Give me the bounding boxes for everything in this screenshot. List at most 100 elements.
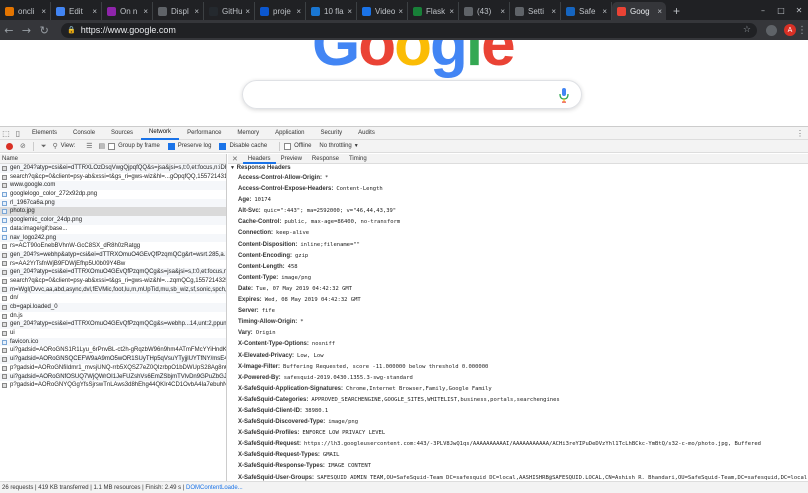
devtools-tab-security[interactable]: Security	[312, 127, 350, 140]
reload-icon[interactable]: ↻	[35, 21, 53, 39]
clear-icon[interactable]: ⊘	[20, 142, 26, 150]
search-input[interactable]	[242, 80, 582, 109]
domcontentloaded-link[interactable]: DOMContentLoade...	[186, 485, 243, 491]
group-by-frame-checkbox[interactable]: Group by frame	[108, 142, 160, 150]
request-row[interactable]: ui?gadsid=AORoGNS1R1Lyu_6rPnvBL-ct2h-gRq…	[0, 346, 226, 355]
tab-close-icon[interactable]: ×	[398, 7, 403, 16]
request-row[interactable]: search?q&cp=0&client=psy-ab&xssi=t&gs_ri…	[0, 277, 226, 286]
preserve-log-checkbox[interactable]: Preserve log	[167, 142, 211, 150]
request-row[interactable]: rs=AA2YrTsfnWjB9FDWjEfhp5U0b09Y4Bw	[0, 260, 226, 269]
lock-icon[interactable]: 🔒	[67, 26, 76, 34]
devtools-tab-network[interactable]: Network	[141, 127, 180, 140]
close-details-icon[interactable]: ✕	[232, 155, 238, 163]
detail-tab-preview[interactable]: Preview	[276, 154, 307, 164]
tab-close-icon[interactable]: ×	[551, 7, 556, 16]
devtools-tab-audits[interactable]: Audits	[350, 127, 383, 140]
request-row[interactable]: gen_204?s=webhp&atyp=csi&ei=dTTRXOmuO4GE…	[0, 250, 226, 260]
tab-close-icon[interactable]: ×	[347, 7, 352, 16]
disable-cache-checkbox[interactable]: Disable cache	[219, 142, 267, 150]
request-row[interactable]: gen_204?atyp=csi&ei=dTTRXOmuO4GEvQfPzqmQ…	[0, 320, 226, 330]
large-rows-icon[interactable]: ☰	[86, 142, 92, 150]
request-row[interactable]: rs=ACT90oEnebBVhnW-GcC8SX_dR8h0zRatgg	[0, 242, 226, 251]
request-row[interactable]: favicon.ico	[0, 337, 226, 347]
browser-tab[interactable]: Setti ×	[510, 2, 561, 20]
devtools-tab-console[interactable]: Console	[65, 127, 103, 140]
request-row[interactable]: rl_1967ca6a.png	[0, 198, 226, 208]
minimize-icon[interactable]: –	[754, 0, 772, 20]
browser-tab[interactable]: Displ ×	[153, 2, 204, 20]
devtools-tab-sources[interactable]: Sources	[103, 127, 141, 140]
close-window-icon[interactable]: ✕	[790, 0, 808, 20]
microphone-icon[interactable]	[559, 88, 569, 103]
browser-tab[interactable]: proje ×	[255, 2, 306, 20]
detail-tab-headers[interactable]: Headers	[242, 154, 276, 164]
request-row[interactable]: googlelogo_color_272x92dp.png	[0, 190, 226, 199]
tab-close-icon[interactable]: ×	[602, 7, 607, 16]
request-row[interactable]: search?q&cp=0&client=psy-ab&xssi=t&gs_ri…	[0, 173, 226, 182]
request-row[interactable]: gen_204?atyp=csi&ei=dTTRXLOzDsqVwgQjpqfQ…	[0, 164, 226, 173]
browser-tab[interactable]: Video ×	[357, 2, 408, 20]
devtools-tab-memory[interactable]: Memory	[229, 127, 267, 140]
detail-tab-timing[interactable]: Timing	[344, 154, 372, 164]
new-tab-button[interactable]: +	[666, 2, 687, 20]
tab-close-icon[interactable]: ×	[657, 7, 662, 16]
back-arrow-icon[interactable]: ←	[0, 21, 18, 39]
request-row[interactable]: dn.js	[0, 312, 226, 321]
devtools-tab-application[interactable]: Application	[267, 127, 312, 140]
tab-close-icon[interactable]: ×	[41, 7, 46, 16]
browser-tab[interactable]: On n ×	[102, 2, 153, 20]
browser-tab[interactable]: Goog ×	[612, 2, 666, 20]
filter-icon[interactable]: ⏷	[41, 142, 47, 151]
browser-tab[interactable]: GitHu ×	[204, 2, 255, 20]
profile-avatar[interactable]: A	[783, 24, 796, 36]
request-row[interactable]: ui?gadsid=AORoGNfOSUQ7WjQWrOI1JeFUZshVs6…	[0, 372, 226, 382]
overview-icon[interactable]: ▤	[98, 142, 105, 150]
image-file-icon	[2, 217, 7, 223]
request-row[interactable]: www.google.com	[0, 181, 226, 191]
tab-close-icon[interactable]: ×	[194, 7, 199, 16]
browser-tab[interactable]: oncli ×	[0, 2, 51, 20]
request-row[interactable]: gen_204?atyp=csi&ei=dTTRXOmuO4GEvQfPzqmQ…	[0, 268, 226, 277]
request-row[interactable]: nav_logo242.png	[0, 233, 226, 243]
address-bar[interactable]: 🔒 https://www.google.com ☆	[61, 22, 757, 38]
browser-tab[interactable]: (43) ×	[459, 2, 510, 20]
detail-tab-response[interactable]: Response	[307, 154, 344, 164]
devtools-tab-elements[interactable]: Elements	[24, 127, 65, 140]
request-row[interactable]: ui?gadsid=AORoGNSQCEFW9aA9mO5wOR1SUyTHp5…	[0, 355, 226, 364]
request-row[interactable]: m=Wgl(Dvvc,aa,abd,async,dvl,fEVMic,foot,…	[0, 285, 226, 295]
offline-checkbox[interactable]: Offline	[284, 142, 311, 150]
tab-close-icon[interactable]: ×	[143, 7, 148, 16]
request-row[interactable]: p?gadsid=AORoGNfiIdmr1_mvsjUNQ-rrb5XQSZ7…	[0, 364, 226, 373]
request-row[interactable]: ui	[0, 329, 226, 338]
browser-tab[interactable]: Flask ×	[408, 2, 459, 20]
devtools-tab-performance[interactable]: Performance	[179, 127, 229, 140]
request-row[interactable]: photo.jpg	[0, 207, 226, 217]
extension-icon[interactable]	[765, 24, 777, 36]
request-row[interactable]: p?gadsid=AORoGNYQGgYfsSjrswTnLAws3d8hEhg…	[0, 381, 226, 390]
throttling-select[interactable]: No throttling ▼	[319, 143, 358, 149]
browser-tab[interactable]: Safe ×	[561, 2, 612, 20]
record-icon[interactable]	[6, 142, 13, 150]
browser-tab[interactable]: 10 fla ×	[306, 2, 357, 20]
request-row[interactable]: data:image/gif;base...	[0, 225, 226, 234]
name-column-header[interactable]: Name	[0, 154, 226, 164]
search-icon[interactable]: ⚲	[52, 142, 57, 150]
devtools-close-icon[interactable]: ⋮	[796, 129, 804, 138]
tab-close-icon[interactable]: ×	[245, 7, 250, 16]
tab-close-icon[interactable]: ×	[92, 7, 97, 16]
bookmark-star-icon[interactable]: ☆	[743, 25, 751, 35]
menu-kebab-icon[interactable]: ⋮	[796, 25, 808, 36]
device-toolbar-icon[interactable]: ▯	[12, 127, 24, 140]
request-row[interactable]: dn/	[0, 294, 226, 303]
tab-close-icon[interactable]: ×	[449, 7, 454, 16]
tab-close-icon[interactable]: ×	[296, 7, 301, 16]
inspect-element-icon[interactable]: ⬚	[0, 127, 12, 140]
browser-tab[interactable]: Edit ×	[51, 2, 102, 20]
tab-close-icon[interactable]: ×	[500, 7, 505, 16]
forward-arrow-icon[interactable]: →	[18, 21, 36, 39]
maximize-icon[interactable]: □	[772, 0, 790, 20]
request-row[interactable]: googlemic_color_24dp.png	[0, 216, 226, 225]
request-row[interactable]: cb=gapi.loaded_0	[0, 303, 226, 312]
url-text[interactable]: https://www.google.com	[81, 25, 176, 35]
response-headers-section[interactable]: ▼ Response Headers	[228, 164, 808, 173]
